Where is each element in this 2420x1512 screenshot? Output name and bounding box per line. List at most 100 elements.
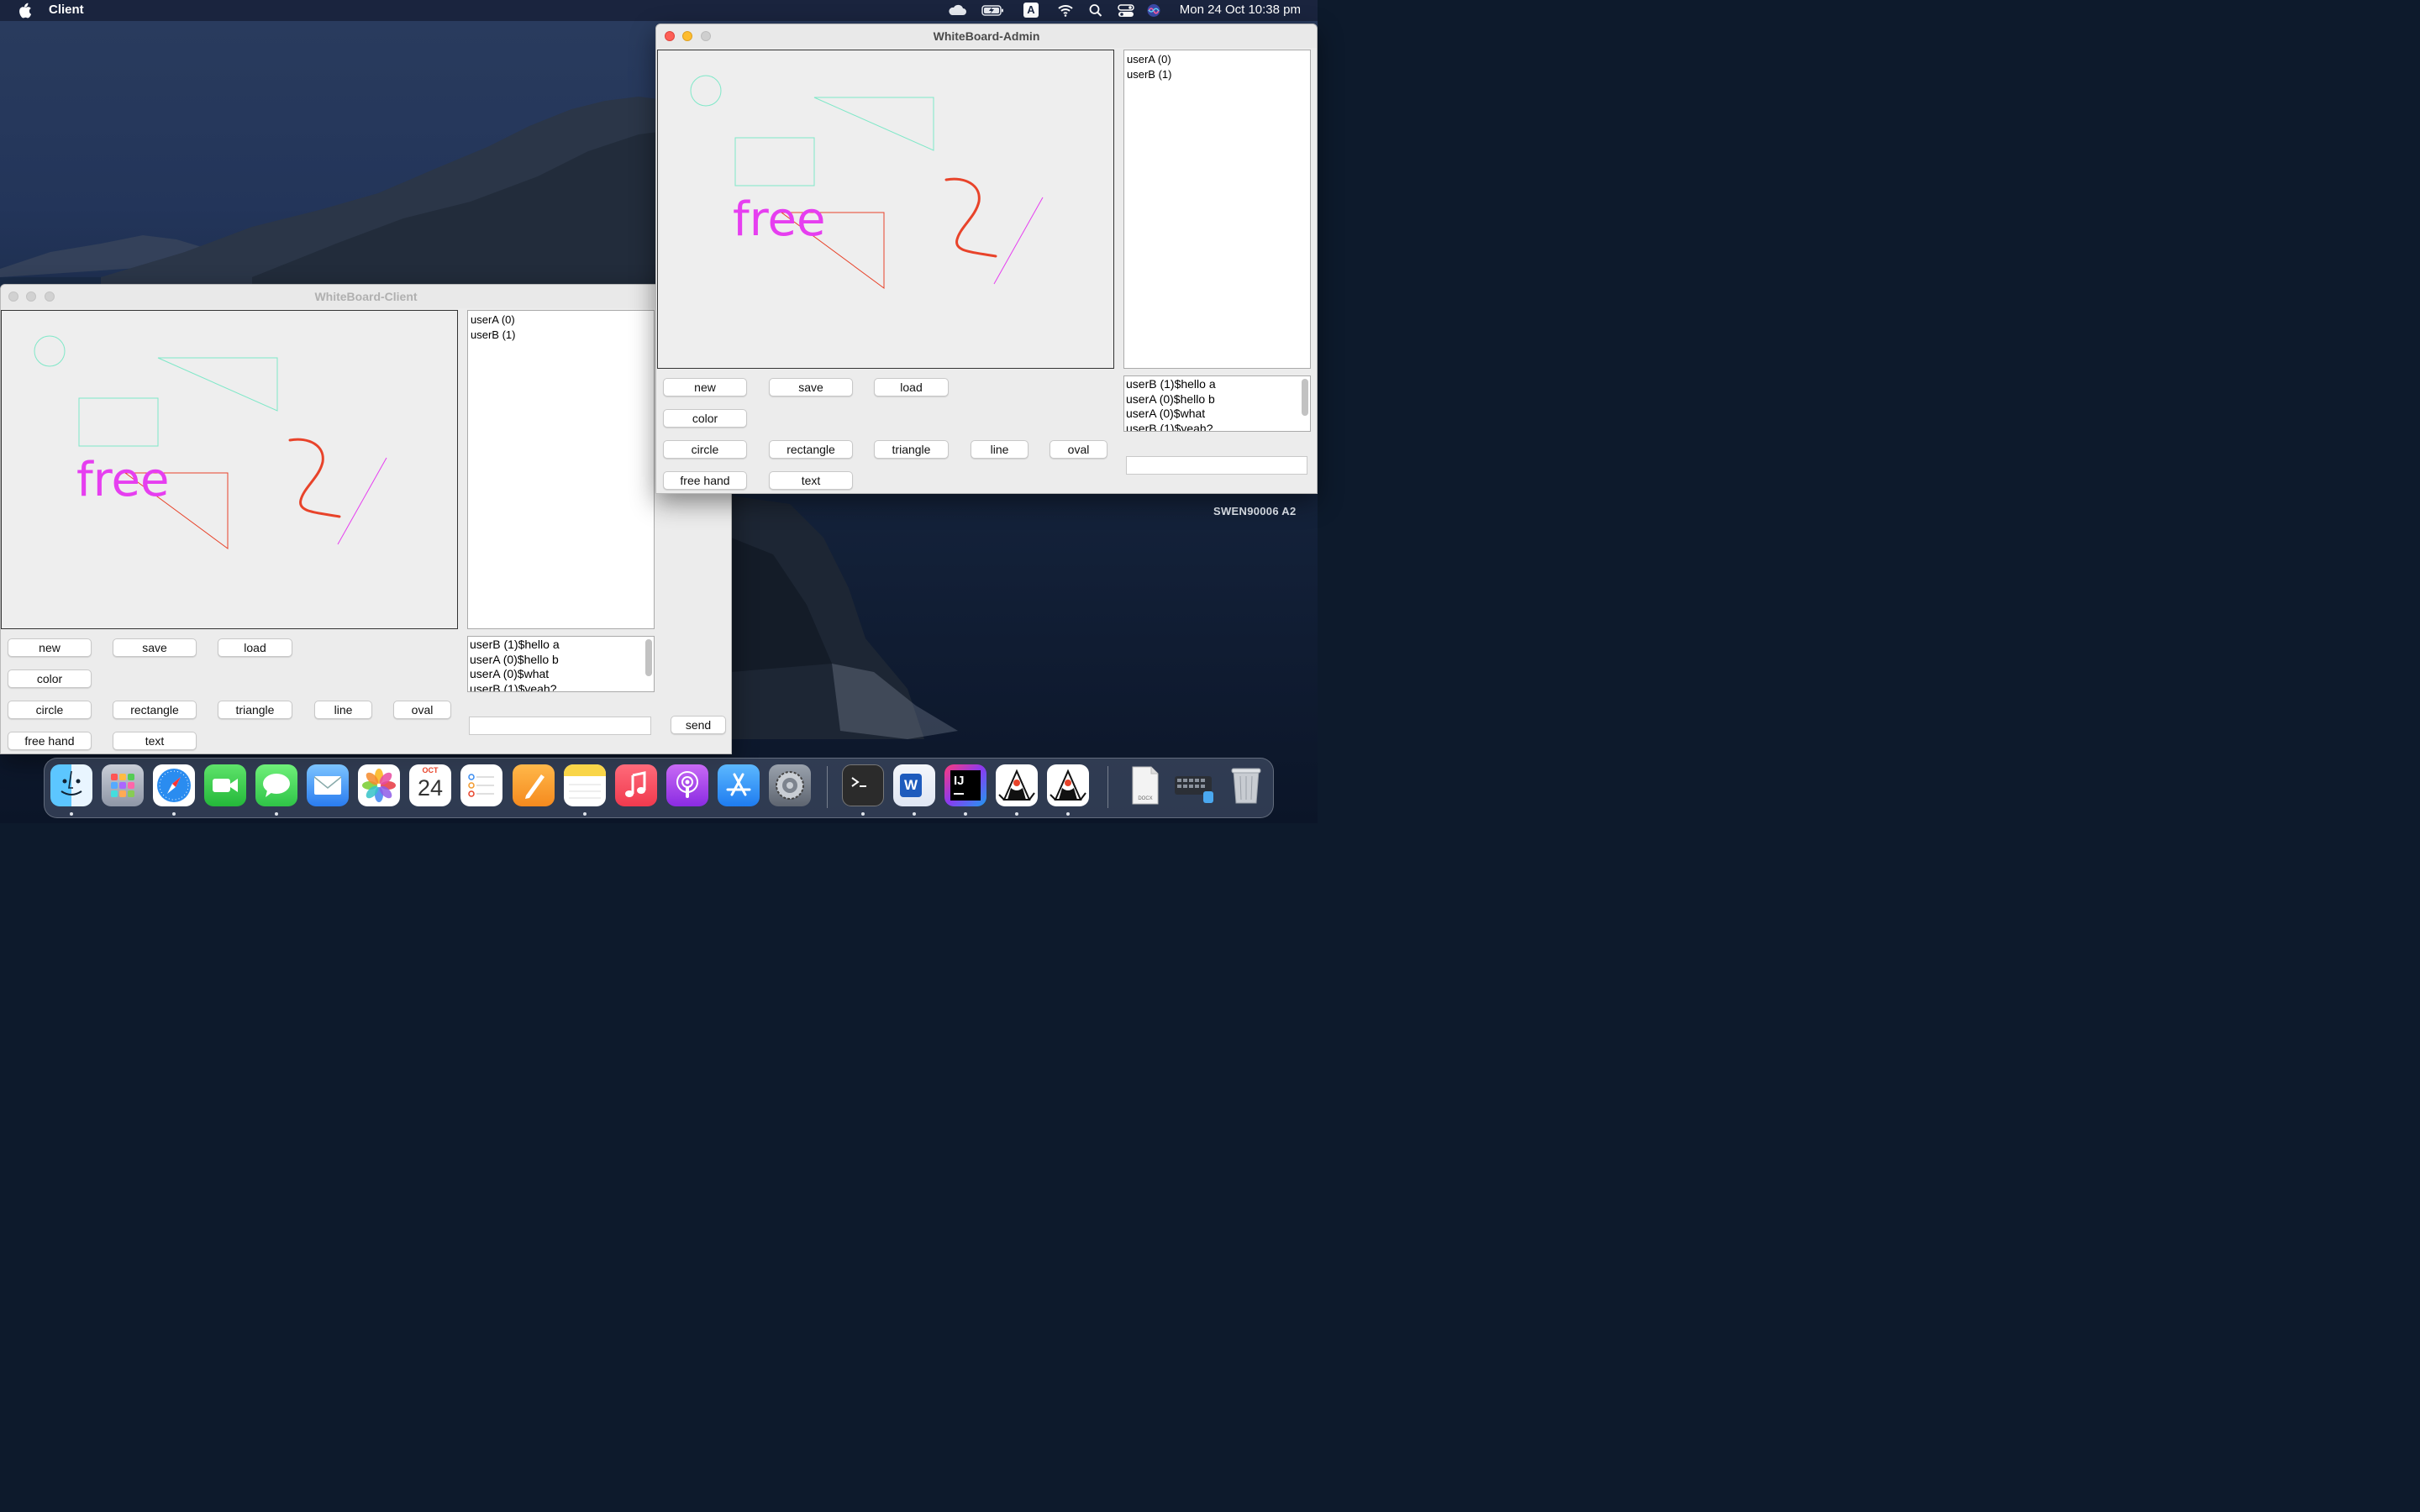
chat-message: userB (1)$hello a [1126,377,1216,391]
running-indicator [913,812,916,816]
client-window: WhiteBoard-Client free userA (0) userB (… [0,284,732,754]
running-indicator [172,812,176,816]
save-button[interactable]: save [769,378,853,396]
close-window-button[interactable] [665,31,675,41]
spotlight-icon[interactable] [1089,3,1102,18]
canvas-text: free [733,192,826,247]
java-app-icon[interactable] [996,764,1038,806]
send-button[interactable]: send [671,716,726,734]
admin-window: WhiteBoard-Admin free userA (0) userB (1… [655,24,1318,494]
whiteboard-canvas[interactable]: free [657,50,1114,369]
launchpad-icon[interactable] [102,764,144,806]
chat-scrollbar[interactable] [645,639,652,676]
downloads-icon[interactable] [1173,764,1215,806]
notes-icon[interactable] [564,764,606,806]
line-button[interactable]: line [971,440,1028,459]
free-hand-button[interactable]: free hand [8,732,92,750]
word-letter: W [900,774,922,797]
app-store-icon[interactable] [718,764,760,806]
document-icon[interactable]: DOCX [1124,764,1166,806]
battery-icon[interactable] [981,3,1005,18]
free-hand-button[interactable]: free hand [663,471,747,490]
podcasts-icon[interactable] [666,764,708,806]
calendar-icon[interactable]: OCT 24 [409,764,451,806]
user-list-item[interactable]: userA (0) [471,312,651,328]
trash-icon[interactable] [1225,764,1267,806]
facetime-icon[interactable] [204,764,246,806]
document-label: DOCX [1138,796,1153,801]
text-button[interactable]: text [113,732,197,750]
color-button[interactable]: color [8,669,92,688]
freehand-stroke [288,438,341,518]
close-window-button[interactable] [8,291,18,302]
apple-icon[interactable] [17,3,32,18]
chat-log[interactable]: userB (1)$hello a userA (0)$hello b user… [467,636,655,692]
oval-button[interactable]: oval [393,701,451,719]
line-button[interactable]: line [314,701,372,719]
chat-message: userA (0)$hello b [470,652,559,666]
load-button[interactable]: load [874,378,949,396]
system-preferences-icon[interactable] [769,764,811,806]
chat-input[interactable] [1126,456,1307,475]
rectangle-button[interactable]: rectangle [113,701,197,719]
word-icon[interactable]: W [893,764,935,806]
minimize-window-button[interactable] [682,31,692,41]
chat-message: userA (0)$what [470,667,550,680]
calendar-month: OCT [422,766,439,774]
siri-icon[interactable] [1146,3,1161,18]
intellij-icon[interactable]: IJ [944,764,986,806]
whiteboard-canvas[interactable]: free [1,310,458,629]
java-app-icon[interactable] [1047,764,1089,806]
desktop-folder-label[interactable]: SWEN90006 A2 [1213,505,1297,517]
safari-icon[interactable] [153,764,195,806]
user-list-item[interactable]: userB (1) [471,328,651,343]
control-center-icon[interactable] [1118,3,1134,18]
menubar-clock[interactable]: Mon 24 Oct 10:38 pm [1180,3,1301,17]
user-list-item[interactable]: userA (0) [1127,52,1307,67]
zoom-window-button[interactable] [45,291,55,302]
line-shape [993,197,1044,285]
active-app-name[interactable]: Client [49,3,84,17]
icloud-icon[interactable] [947,3,967,18]
minimize-window-button[interactable] [26,291,36,302]
rectangle-button[interactable]: rectangle [769,440,853,459]
client-window-title: WhiteBoard-Client [1,285,731,308]
load-button[interactable]: load [218,638,292,657]
user-list[interactable]: userA (0) userB (1) [1123,50,1311,369]
triangle-button[interactable]: triangle [874,440,949,459]
chat-message: userA (0)$hello b [1126,391,1215,406]
color-button[interactable]: color [663,409,747,428]
circle-button[interactable]: circle [8,701,92,719]
photos-icon[interactable] [358,764,400,806]
triangle-button[interactable]: triangle [218,701,292,719]
reminders-icon[interactable] [460,764,502,806]
running-indicator [1015,812,1018,816]
chat-log[interactable]: userB (1)$hello a userA (0)$hello b user… [1123,375,1311,432]
user-list-item[interactable]: userB (1) [1127,67,1307,82]
terminal-icon[interactable] [842,764,884,806]
chat-message: userA (0)$what [1126,407,1206,420]
chat-scrollbar[interactable] [1302,379,1308,416]
canvas-shapes [690,75,1044,289]
dock-separator [1107,766,1108,808]
wifi-icon[interactable] [1057,3,1074,18]
calendar-day: 24 [417,775,444,801]
chat-input[interactable] [469,717,651,735]
text-button[interactable]: text [769,471,853,490]
admin-window-title: WhiteBoard-Admin [656,24,1317,48]
messages-icon[interactable] [255,764,297,806]
rectangle-shape [78,397,159,447]
zoom-window-button[interactable] [701,31,711,41]
new-button[interactable]: new [8,638,92,657]
circle-button[interactable]: circle [663,440,747,459]
user-list[interactable]: userA (0) userB (1) [467,310,655,629]
save-button[interactable]: save [113,638,197,657]
music-icon[interactable] [615,764,657,806]
input-source-icon[interactable]: A [1023,3,1039,18]
oval-button[interactable]: oval [1050,440,1107,459]
running-indicator [1066,812,1070,816]
pages-icon[interactable] [513,764,555,806]
new-button[interactable]: new [663,378,747,396]
mail-icon[interactable] [307,764,349,806]
finder-icon[interactable] [50,764,92,806]
